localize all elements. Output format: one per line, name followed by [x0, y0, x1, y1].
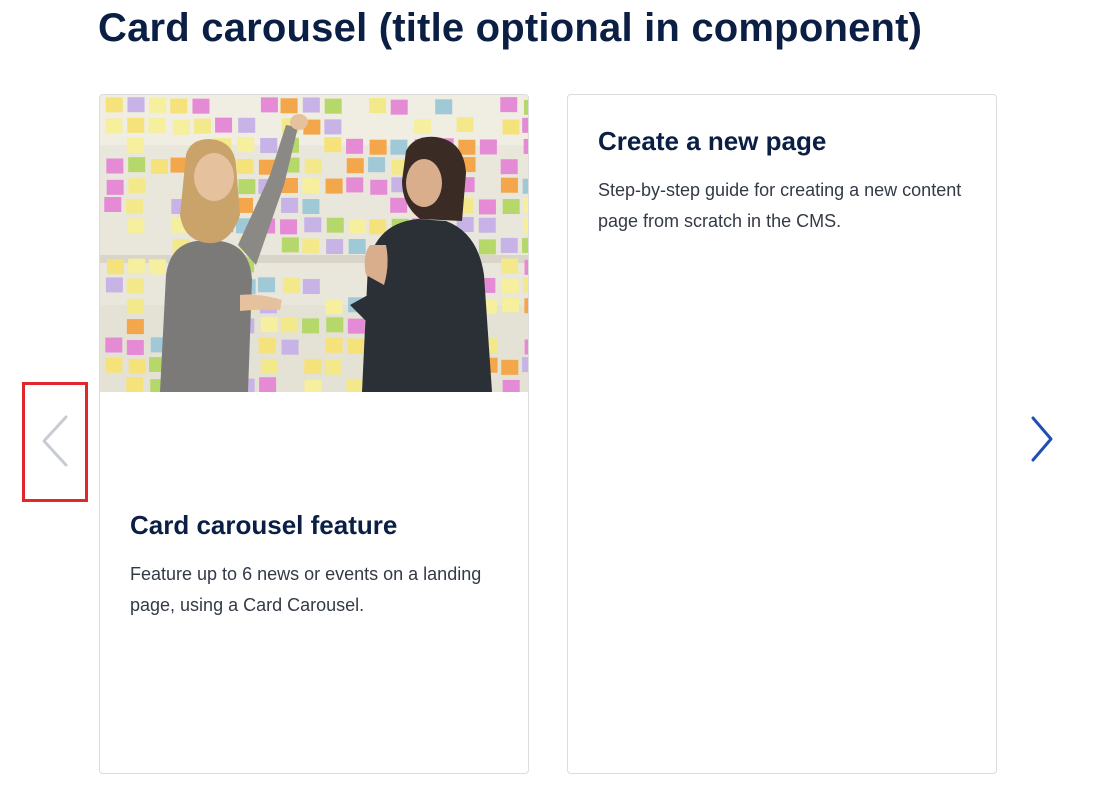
chevron-right-icon	[1029, 414, 1055, 467]
card-image	[100, 95, 528, 392]
chevron-left-icon	[40, 413, 70, 472]
carousel-card[interactable]: Create a new page Step-by-step guide for…	[567, 94, 997, 774]
card-description: Step-by-step guide for creating a new co…	[598, 180, 962, 231]
page-title: Card carousel (title optional in compone…	[98, 6, 923, 50]
card-description: Feature up to 6 news or events on a land…	[130, 564, 482, 615]
card-body: Card carousel feature Feature up to 6 ne…	[130, 507, 498, 621]
carousel-next-button[interactable]	[1020, 410, 1064, 470]
carousel-card[interactable]: Card carousel feature Feature up to 6 ne…	[99, 94, 529, 774]
card-title[interactable]: Create a new page	[598, 123, 966, 159]
card-body: Create a new page Step-by-step guide for…	[598, 123, 966, 237]
card-title[interactable]: Card carousel feature	[130, 507, 498, 543]
carousel-prev-button[interactable]	[22, 382, 88, 502]
